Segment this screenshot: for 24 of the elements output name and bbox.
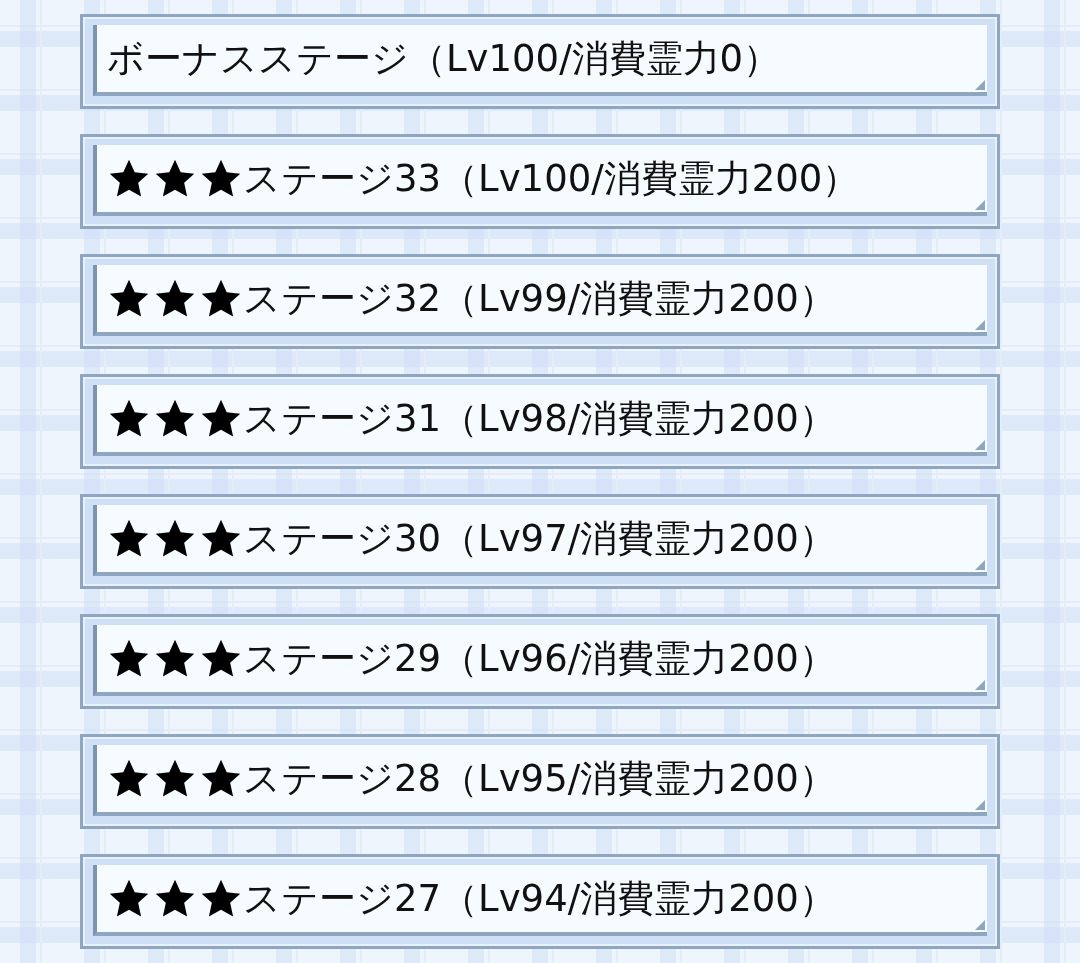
corner-icon	[975, 920, 985, 930]
stage-label: ステージ32（Lv99/消費霊力200）	[243, 275, 836, 322]
corner-icon	[975, 200, 985, 210]
stage-label: ステージ29（Lv96/消費霊力200）	[243, 635, 836, 682]
stage-button[interactable]: ステージ32（Lv99/消費霊力200）	[80, 254, 1000, 349]
stage-button[interactable]: ボーナスステージ（Lv100/消費霊力0）	[80, 14, 1000, 109]
corner-icon	[975, 800, 985, 810]
stage-button[interactable]: ステージ31（Lv98/消費霊力200）	[80, 374, 1000, 469]
stage-button[interactable]: ステージ30（Lv97/消費霊力200）	[80, 494, 1000, 589]
stage-button[interactable]: ステージ29（Lv96/消費霊力200）	[80, 614, 1000, 709]
stage-button[interactable]: ステージ27（Lv94/消費霊力200）	[80, 854, 1000, 949]
stage-label: ステージ30（Lv97/消費霊力200）	[243, 515, 836, 562]
stage-label: ボーナスステージ（Lv100/消費霊力0）	[107, 35, 781, 82]
corner-icon	[975, 320, 985, 330]
stage-label: ステージ27（Lv94/消費霊力200）	[243, 875, 836, 922]
stage-button[interactable]: ステージ33（Lv100/消費霊力200）	[80, 134, 1000, 229]
stage-button[interactable]: ステージ28（Lv95/消費霊力200）	[80, 734, 1000, 829]
stage-label: ステージ33（Lv100/消費霊力200）	[243, 155, 860, 202]
corner-icon	[975, 680, 985, 690]
corner-icon	[975, 80, 985, 90]
stage-label: ステージ28（Lv95/消費霊力200）	[243, 755, 836, 802]
corner-icon	[975, 440, 985, 450]
stage-label: ステージ31（Lv98/消費霊力200）	[243, 395, 836, 442]
corner-icon	[975, 560, 985, 570]
